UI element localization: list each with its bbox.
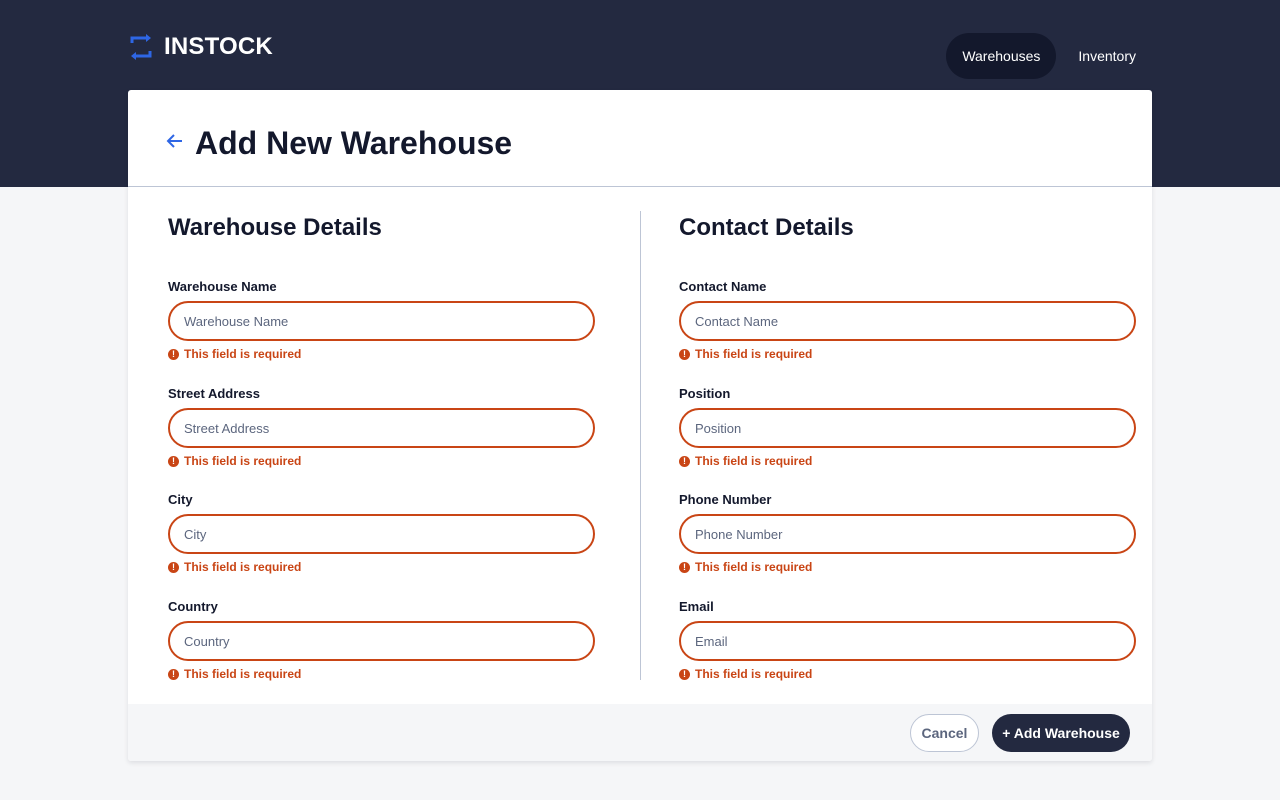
field-label: Warehouse Name [168,279,277,294]
city-field: City ! This field is required [168,492,595,574]
error-text: This field is required [695,667,813,681]
error-message: ! This field is required [679,454,1136,468]
warehouse-name-field: Warehouse Name ! This field is required [168,279,595,361]
city-input[interactable] [168,514,595,554]
page-title: Add New Warehouse [195,125,513,161]
field-label: City [168,492,193,507]
error-icon: ! [679,455,690,467]
arrow-back-icon[interactable] [166,132,184,150]
field-label: Country [168,599,218,614]
form-footer: Cancel + Add Warehouse [128,704,1152,761]
section-divider [640,211,641,680]
section-title: Contact Details [679,214,854,241]
street-address-input[interactable] [168,408,595,448]
error-message: ! This field is required [168,454,595,468]
contact-name-field: Contact Name ! This field is required [679,279,1136,361]
swap-arrows-icon [130,34,152,60]
error-icon: ! [168,561,179,573]
email-field: Email ! This field is required [679,599,1136,681]
error-icon: ! [168,348,179,360]
country-input[interactable] [168,621,595,661]
field-label: Position [679,386,731,401]
error-text: This field is required [184,347,302,361]
error-icon: ! [679,561,690,573]
field-label: Email [679,599,714,614]
error-message: ! This field is required [679,347,1136,361]
error-text: This field is required [695,560,813,574]
add-warehouse-card: Add New Warehouse Warehouse Details Ware… [128,90,1152,761]
card-header: Add New Warehouse [128,90,1152,187]
street-address-field: Street Address ! This field is required [168,386,595,468]
section-title: Warehouse Details [168,214,382,241]
error-text: This field is required [695,347,813,361]
cancel-button[interactable]: Cancel [910,714,979,752]
logo[interactable]: INSTOCK [128,32,273,62]
error-text: This field is required [184,560,302,574]
main-nav: Warehouses Inventory [946,33,1152,79]
error-message: ! This field is required [168,667,595,681]
warehouse-name-input[interactable] [168,301,595,341]
country-field: Country ! This field is required [168,599,595,681]
position-field: Position ! This field is required [679,386,1136,468]
nav-item-inventory[interactable]: Inventory [1062,33,1152,79]
error-icon: ! [168,455,179,467]
contact-name-input[interactable] [679,301,1136,341]
error-message: ! This field is required [679,667,1136,681]
error-icon: ! [679,348,690,360]
error-icon: ! [168,668,179,680]
email-input[interactable] [679,621,1136,661]
field-label: Phone Number [679,492,772,507]
error-text: This field is required [695,454,813,468]
phone-number-field: Phone Number ! This field is required [679,492,1136,574]
error-icon: ! [679,668,690,680]
error-text: This field is required [184,454,302,468]
nav-item-warehouses[interactable]: Warehouses [946,33,1057,79]
phone-number-input[interactable] [679,514,1136,554]
field-label: Contact Name [679,279,767,294]
error-message: ! This field is required [168,560,595,574]
position-input[interactable] [679,408,1136,448]
app-name: INSTOCK [164,33,273,60]
add-warehouse-button[interactable]: + Add Warehouse [992,714,1130,752]
error-message: ! This field is required [168,347,595,361]
error-message: ! This field is required [679,560,1136,574]
error-text: This field is required [184,667,302,681]
field-label: Street Address [168,386,260,401]
